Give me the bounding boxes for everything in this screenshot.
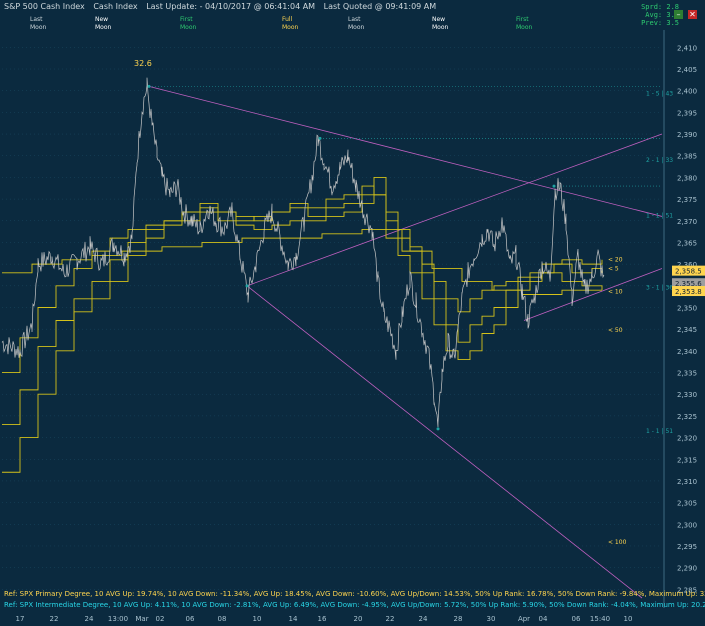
moon-phase-label: Last (348, 16, 361, 23)
pivot-marker (147, 84, 151, 88)
average-label: < 100 (608, 539, 627, 546)
fib-level-label: 3 - 1 | 36 (646, 284, 673, 291)
footer-stats: Ref: SPX Intermediate Degree, 10 AVG Up:… (4, 601, 705, 609)
moon-phase-label: Moon (432, 24, 449, 31)
y-tick-label: 2,315 (677, 456, 697, 464)
x-tick-label: Apr (518, 615, 530, 623)
x-tick-label: 10 (624, 615, 633, 623)
index-title: S&P 500 Cash Index (4, 2, 85, 11)
moon-phase-label: Moon (516, 24, 533, 31)
x-tick-label: 04 (539, 615, 548, 623)
moon-phase-label: New (432, 16, 445, 23)
peak-label: 32.6 (134, 59, 152, 68)
last-quoted: Last Quoted @ 09:41:09 AM (323, 2, 437, 11)
moon-phase-label: Moon (180, 24, 197, 31)
fib-level-label: 1 - 5 | 43 (646, 90, 673, 97)
y-tick-label: 2,410 (677, 44, 697, 52)
x-tick-label: 14 (289, 615, 298, 623)
price-tag-label: 2,353.8 (675, 288, 702, 296)
footer-stats: Ref: SPX Primary Degree, 10 AVG Up: 19.7… (4, 590, 705, 598)
moon-phase-label: Last (30, 16, 43, 23)
x-tick-label: 30 (487, 615, 496, 623)
fib-level-label: 1 - 1 | 51 (646, 428, 673, 435)
moon-phase-label: New (95, 16, 108, 23)
moon-phase-label: First (180, 16, 193, 23)
y-tick-label: 2,305 (677, 500, 697, 508)
y-tick-label: 2,325 (677, 413, 697, 421)
x-tick-label: 28 (454, 615, 463, 623)
moon-phase-label: First (516, 16, 529, 23)
y-tick-label: 2,375 (677, 196, 697, 204)
average-label: < 50 (608, 327, 623, 334)
x-tick-label: 22 (50, 615, 59, 623)
y-tick-label: 2,370 (677, 218, 697, 226)
y-tick-label: 2,320 (677, 435, 697, 443)
average-label: < 10 (608, 289, 623, 296)
x-tick-label: 08 (218, 615, 227, 623)
y-tick-label: 2,290 (677, 565, 697, 573)
x-tick-label: 10 (253, 615, 262, 623)
y-tick-label: 2,405 (677, 66, 697, 74)
close-icon[interactable]: ✕ (688, 10, 697, 19)
chart-window: Last Moon New Moon First Moon Full Moon Last Moon… (0, 0, 705, 626)
x-tick-label: 20 (354, 615, 363, 623)
y-tick-label: 2,400 (677, 88, 697, 96)
minimize-icon[interactable]: – (674, 10, 683, 19)
y-tick-label: 2,385 (677, 153, 697, 161)
average-label: < 20 (608, 257, 623, 264)
y-tick-label: 2,340 (677, 348, 697, 356)
y-tick-label: 2,390 (677, 131, 697, 139)
y-tick-label: 2,365 (677, 239, 697, 247)
y-tick-label: 2,350 (677, 304, 697, 312)
y-tick-label: 2,335 (677, 370, 697, 378)
pivot-marker (552, 184, 556, 188)
moon-phase-label: Moon (348, 24, 365, 31)
moon-phase-label: Moon (95, 24, 112, 31)
y-tick-label: 2,345 (677, 326, 697, 334)
index-subtitle: Cash Index (93, 2, 138, 11)
y-tick-label: 2,330 (677, 391, 697, 399)
x-tick-label: 13:00 (108, 615, 128, 623)
x-tick-label: 06 (572, 615, 581, 623)
pivot-marker (318, 136, 322, 140)
chart-background (0, 0, 705, 626)
fib-level-label: 2 - 1 | 33 (646, 157, 673, 164)
x-tick-label: 06 (186, 615, 195, 623)
pivot-marker (245, 284, 249, 288)
x-tick-label: 17 (16, 615, 25, 623)
average-label: < 5 (608, 266, 619, 273)
price-tag-label: 2,358.5 (675, 268, 702, 276)
x-tick-label: 24 (85, 615, 94, 623)
moon-phase-label: Moon (30, 24, 47, 31)
y-tick-label: 2,295 (677, 543, 697, 551)
x-tick-label: Mar (135, 615, 148, 623)
y-tick-label: 2,395 (677, 109, 697, 117)
pivot-marker (436, 427, 440, 431)
y-tick-label: 2,310 (677, 478, 697, 486)
y-tick-label: 2,380 (677, 174, 697, 182)
moon-phase-label: Full (282, 16, 293, 23)
x-tick-label: 15:40 (590, 615, 610, 623)
header: S&P 500 Cash Index Cash Index Last Updat… (4, 2, 442, 11)
x-tick-label: 16 (318, 615, 327, 623)
x-tick-label: 22 (386, 615, 395, 623)
x-tick-label: 24 (419, 615, 428, 623)
fib-level-label: 1 - 1 | 51 (646, 213, 673, 220)
x-tick-label: 02 (156, 615, 165, 623)
moon-phase-label: Moon (282, 24, 299, 31)
price-chart[interactable]: LastMoonNewMoonFirstMoonFullMoonLastMoon… (0, 0, 705, 626)
y-tick-label: 2,300 (677, 521, 697, 529)
last-update: Last Update: - 04/10/2017 @ 06:41:04 AM (146, 2, 316, 11)
prev-stat: Prev: 3.5 (641, 19, 679, 27)
